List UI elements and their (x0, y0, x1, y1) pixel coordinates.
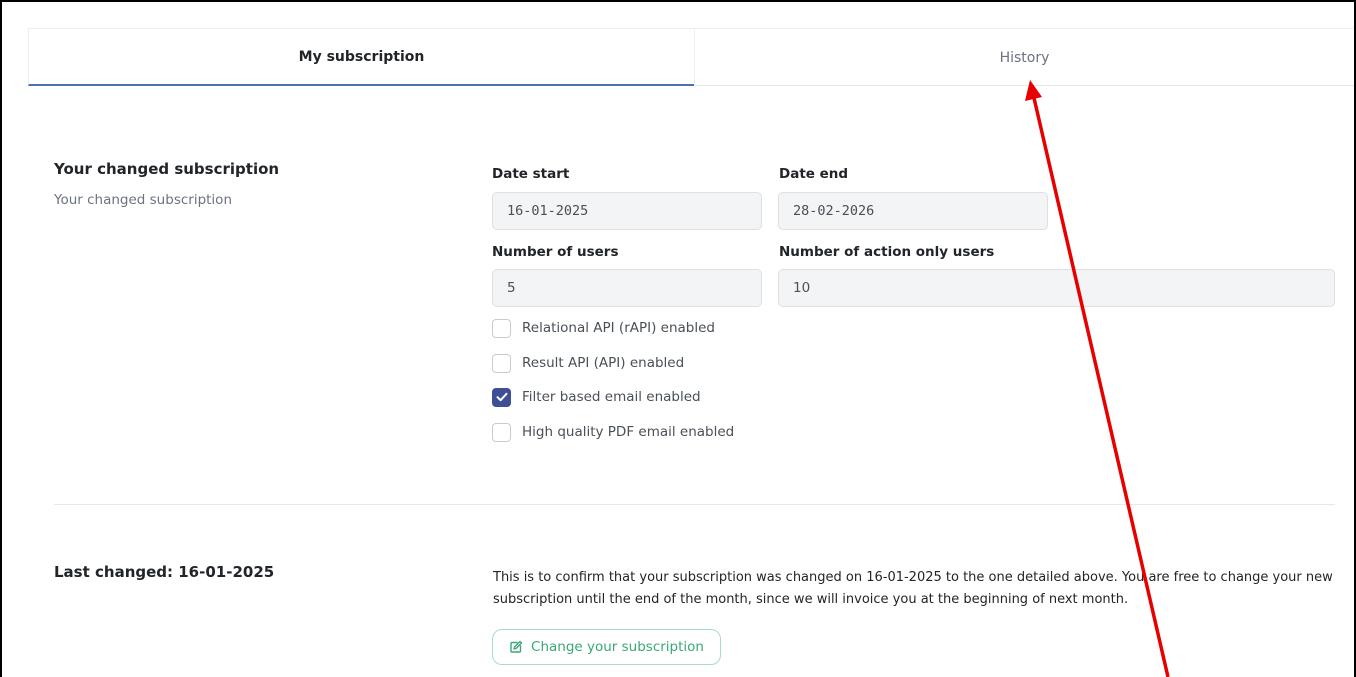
confirmation-text: This is to confirm that your subscriptio… (493, 570, 1333, 607)
section-divider (54, 504, 1335, 505)
number-of-users-input[interactable]: 5 (492, 269, 762, 307)
section-subtitle-changed-subscription: Your changed subscription (54, 192, 232, 208)
number-of-action-users-input[interactable]: 10 (778, 269, 1335, 307)
tab-history[interactable]: History (694, 28, 1354, 86)
tab-my-subscription[interactable]: My subscription (28, 28, 694, 86)
checkbox-row-result-api: Result API (API) enabled (492, 352, 684, 374)
checkbox-row-filter-email: Filter based email enabled (492, 386, 701, 408)
date-start-input[interactable]: 16-01-2025 (492, 192, 762, 230)
checkbox-label-result-api: Result API (API) enabled (522, 355, 685, 371)
date-end-input[interactable]: 28-02-2026 (778, 192, 1048, 230)
number-of-action-users-label: Number of action only users (779, 244, 995, 260)
date-start-label: Date start (492, 166, 570, 182)
checkbox-label-pdf-email: High quality PDF email enabled (522, 424, 735, 440)
checkbox-label-rapi: Relational API (rAPI) enabled (522, 320, 715, 336)
checkbox-rapi[interactable] (492, 318, 511, 338)
checkmark-icon (496, 392, 507, 402)
change-subscription-button[interactable]: Change your subscription (492, 629, 721, 665)
checkbox-row-pdf-email: High quality PDF email enabled (492, 421, 734, 443)
checkbox-pdf-email[interactable] (492, 422, 511, 442)
checkbox-label-filter-email: Filter based email enabled (522, 389, 701, 405)
number-of-users-label: Number of users (492, 244, 619, 260)
change-subscription-label: Change your subscription (531, 639, 704, 655)
last-changed-title: Last changed: 16-01-2025 (54, 563, 275, 581)
edit-icon (510, 640, 523, 653)
section-title-changed-subscription: Your changed subscription (54, 160, 280, 178)
checkbox-filter-email[interactable] (492, 387, 511, 407)
checkbox-row-rapi: Relational API (rAPI) enabled (492, 317, 715, 339)
checkbox-result-api[interactable] (492, 353, 511, 373)
date-end-label: Date end (779, 166, 849, 182)
tab-bar: My subscription History (28, 28, 1354, 86)
